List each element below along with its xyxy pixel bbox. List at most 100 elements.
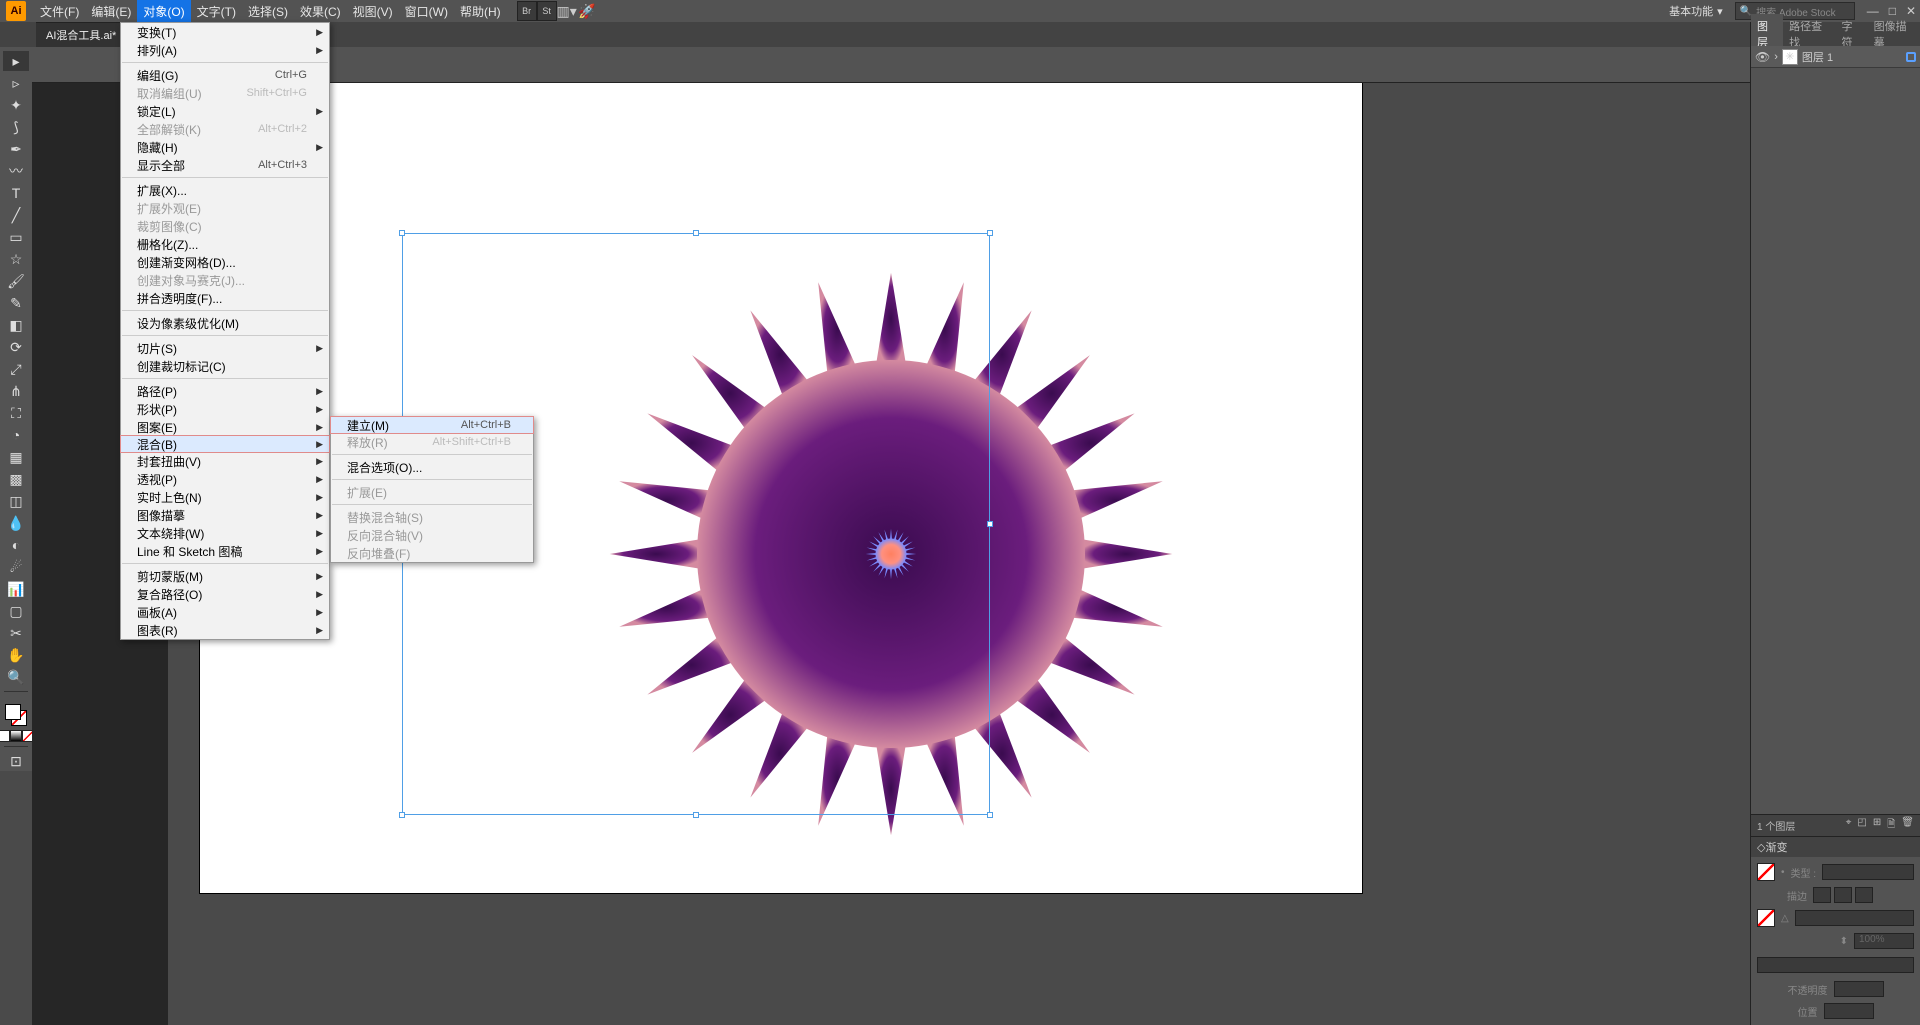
selection-handle[interactable] [987,812,993,818]
new-sublayer-icon[interactable]: ⊞ [1873,817,1881,834]
line-tool[interactable]: ╱ [3,205,29,225]
menu-object[interactable]: 对象(O) [137,0,190,23]
selection-indicator-icon[interactable] [1906,52,1916,62]
layer-name[interactable]: 图层 1 [1802,49,1833,65]
make-clip-icon[interactable]: ◰ [1857,817,1866,834]
menu-item[interactable]: 形状(P)▶ [121,400,329,418]
eraser-tool[interactable]: ◧ [3,315,29,335]
menu-item[interactable]: 变换(T)▶ [121,23,329,41]
fill-stroke-swatches[interactable] [3,702,29,728]
menu-effect[interactable]: 效果(C) [294,0,347,23]
type-tool[interactable]: T [3,183,29,203]
aspect-field[interactable]: 100% [1854,933,1914,949]
mesh-tool[interactable]: ▩ [3,469,29,489]
menu-item[interactable]: 图案(E)▶ [121,418,329,436]
menu-item[interactable]: 扩展(X)... [121,181,329,199]
pen-tool[interactable]: ✒ [3,139,29,159]
expand-arrow-icon[interactable]: › [1774,51,1778,63]
gradient-slider[interactable] [1757,957,1914,973]
menu-item[interactable]: 栅格化(Z)... [121,235,329,253]
menu-file[interactable]: 文件(F) [34,0,85,23]
free-transform-tool[interactable]: ⛶ [3,403,29,423]
menu-item[interactable]: 图表(R)▶ [121,621,329,639]
selection-handle[interactable] [399,812,405,818]
menu-item[interactable]: 创建渐变网格(D)... [121,253,329,271]
selection-handle[interactable] [693,230,699,236]
menu-item[interactable]: 复合路径(O)▶ [121,585,329,603]
artboard-tool[interactable]: ▢ [3,601,29,621]
menu-edit[interactable]: 编辑(E) [85,0,137,23]
star-tool[interactable]: ☆ [3,249,29,269]
menu-view[interactable]: 视图(V) [347,0,399,23]
menu-select[interactable]: 选择(S) [242,0,294,23]
selection-handle[interactable] [987,230,993,236]
menu-item[interactable]: 路径(P)▶ [121,382,329,400]
menu-item[interactable]: 切片(S)▶ [121,339,329,357]
menu-item[interactable]: 混合选项(O)... [331,458,533,476]
gradient-mode-icon[interactable] [10,730,22,742]
magic-wand-tool[interactable]: ✦ [3,95,29,115]
menu-item[interactable]: 混合(B)▶ [120,435,330,453]
selection-handle[interactable] [693,812,699,818]
menu-item[interactable]: 排列(A)▶ [121,41,329,59]
arrange-docs-icon[interactable]: ▥▾ [557,1,577,21]
rectangle-tool[interactable]: ▭ [3,227,29,247]
menu-item[interactable]: 透视(P)▶ [121,470,329,488]
stroke-opt2[interactable] [1834,887,1852,903]
menu-item[interactable]: 隐藏(H)▶ [121,138,329,156]
new-layer-icon[interactable]: 🗎 [1887,817,1895,834]
menu-help[interactable]: 帮助(H) [454,0,507,23]
gpu-icon[interactable]: 🚀 [577,1,597,21]
eyedropper-tool[interactable]: 💧 [3,513,29,533]
perspective-tool[interactable]: ▦ [3,447,29,467]
width-tool[interactable]: ⋔ [3,381,29,401]
position-field[interactable] [1824,1003,1874,1019]
hand-tool[interactable]: ✋ [3,645,29,665]
rotate-tool[interactable]: ⟳ [3,337,29,357]
menu-item[interactable]: 文本绕排(W)▶ [121,524,329,542]
stock-icon[interactable]: St [537,1,557,21]
menu-item[interactable]: 画板(A)▶ [121,603,329,621]
locate-icon[interactable]: ⌖ [1846,817,1852,834]
graph-tool[interactable]: 📊 [3,579,29,599]
color-mode-icon[interactable] [0,730,10,742]
opacity-field[interactable] [1834,981,1884,997]
paintbrush-tool[interactable]: 🖌 [3,271,29,291]
blend-tool[interactable]: ◐ [3,535,29,555]
menu-item[interactable]: 图像描摹▶ [121,506,329,524]
gradient-preview-swatch[interactable] [1757,863,1775,881]
direct-selection-tool[interactable]: ▹ [3,73,29,93]
selection-handle[interactable] [399,230,405,236]
visibility-icon[interactable]: 👁 [1755,50,1770,64]
workspace-switcher[interactable]: 基本功能▾ [1663,1,1729,21]
gradient-tool[interactable]: ◫ [3,491,29,511]
selection-handle[interactable] [987,521,993,527]
slice-tool[interactable]: ✂ [3,623,29,643]
menu-window[interactable]: 窗口(W) [399,0,454,23]
bridge-icon[interactable]: Br [517,1,537,21]
symbol-sprayer-tool[interactable]: ☄ [3,557,29,577]
stroke-opt3[interactable] [1855,887,1873,903]
pencil-tool[interactable]: ✎ [3,293,29,313]
menu-item[interactable]: 封套扭曲(V)▶ [121,452,329,470]
menu-type[interactable]: 文字(T) [191,0,242,23]
menu-item[interactable]: 实时上色(N)▶ [121,488,329,506]
menu-item[interactable]: 建立(M)Alt+Ctrl+B [330,416,534,434]
selection-tool[interactable]: ▸ [3,51,29,71]
menu-item[interactable]: Line 和 Sketch 图稿▶ [121,542,329,560]
menu-item[interactable]: 编组(G)Ctrl+G [121,66,329,84]
menu-item[interactable]: 显示全部Alt+Ctrl+3 [121,156,329,174]
curvature-tool[interactable]: 〰 [3,161,29,181]
menu-item[interactable]: 创建裁切标记(C) [121,357,329,375]
menu-item[interactable]: 拼合透明度(F)... [121,289,329,307]
screen-mode-icon[interactable]: ⊡ [3,751,29,771]
layer-row[interactable]: 👁 › ✳ 图层 1 [1751,46,1920,68]
lasso-tool[interactable]: ⟆ [3,117,29,137]
stroke-opt1[interactable] [1813,887,1831,903]
zoom-tool[interactable]: 🔍 [3,667,29,687]
angle-field[interactable] [1795,910,1914,926]
scale-tool[interactable]: ⤢ [3,359,29,379]
menu-item[interactable]: 剪切蒙版(M)▶ [121,567,329,585]
menu-item[interactable]: 锁定(L)▶ [121,102,329,120]
shape-builder-tool[interactable]: ◔ [3,425,29,445]
